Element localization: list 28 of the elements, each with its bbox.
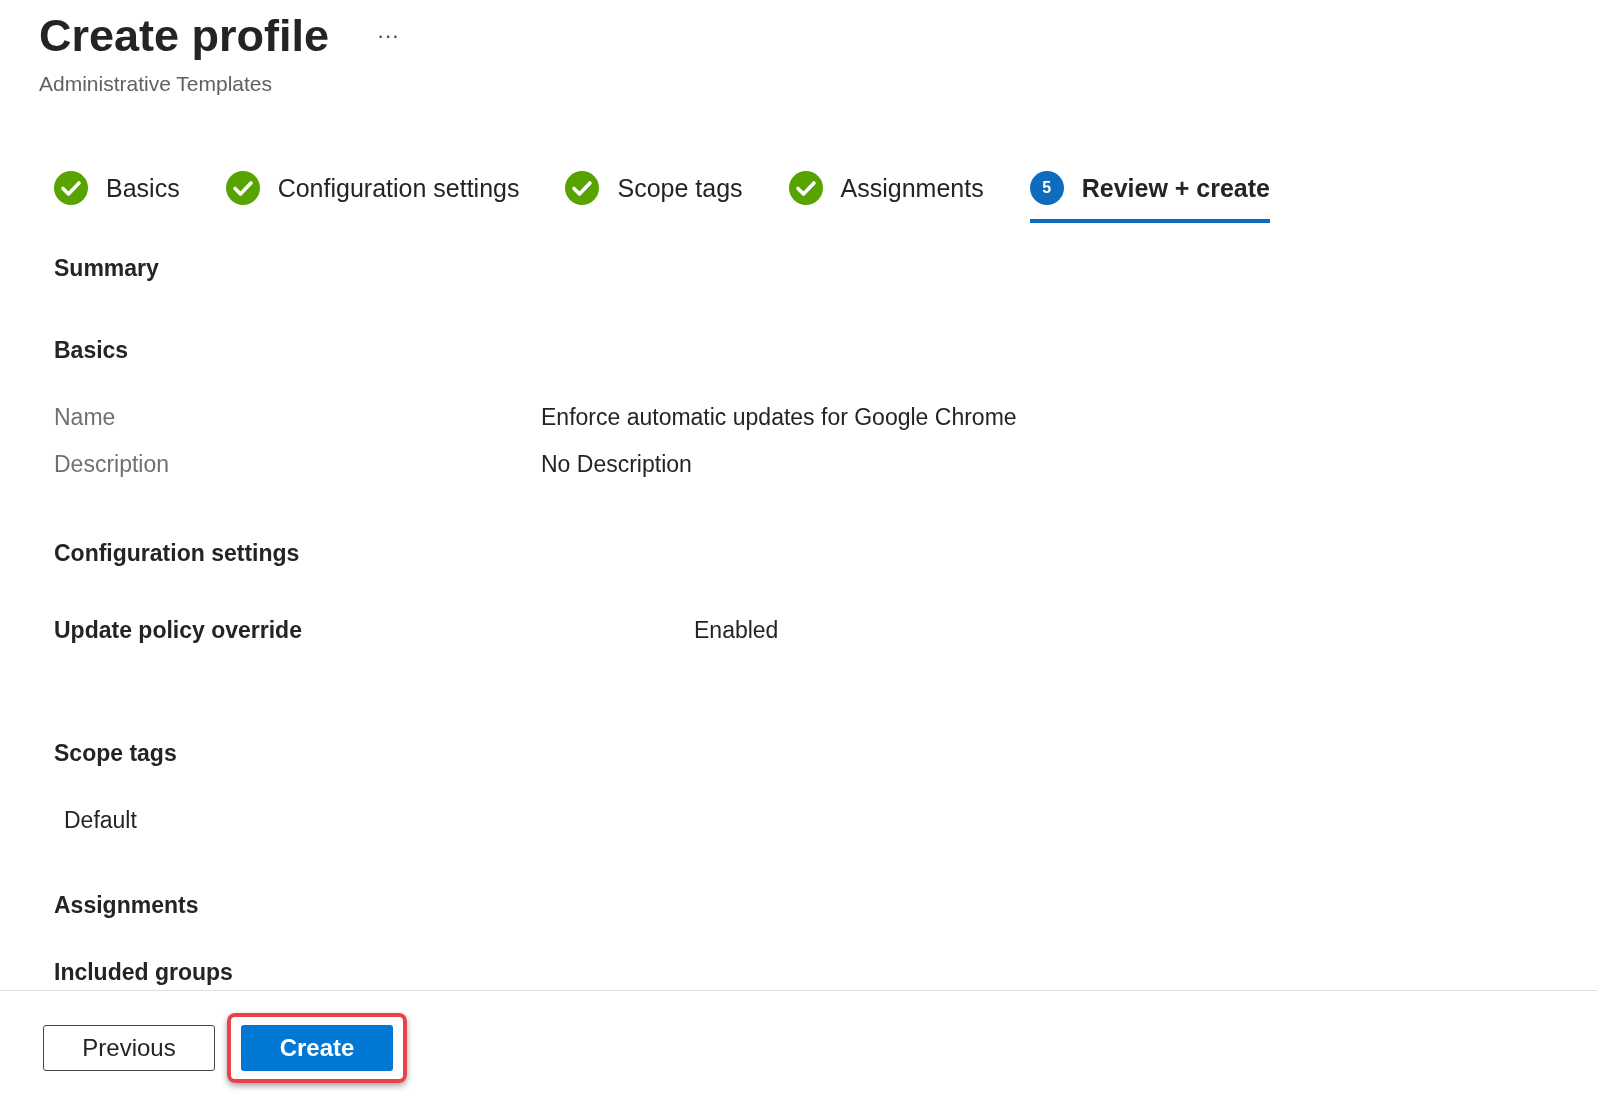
wizard-step[interactable]: 5 Review + create	[1029, 171, 1270, 223]
field-label: Description	[54, 451, 171, 478]
field-value: Enforce automatic updates for Google Chrome	[541, 404, 1018, 431]
section-heading: Assignments	[54, 892, 200, 919]
step-number: 5	[1029, 171, 1064, 205]
scope-tag: Default	[64, 807, 1597, 834]
section-heading: Basics	[54, 337, 130, 364]
section-heading: Configuration settings	[54, 540, 301, 567]
subsection-heading: Included groups	[54, 959, 234, 986]
wizard-step[interactable]: Scope tags	[565, 171, 743, 223]
field-label: Name	[54, 404, 117, 431]
wizard-step[interactable]: Configuration settings	[225, 171, 520, 223]
create-button[interactable]: Create	[241, 1025, 393, 1071]
page-title: Create profile	[39, 9, 330, 63]
checkmark-icon	[565, 171, 600, 205]
more-button[interactable]: ···	[373, 23, 404, 49]
section-heading: Scope tags	[54, 740, 178, 767]
checkmark-icon	[54, 171, 88, 205]
checkmark-icon	[225, 171, 260, 205]
wizard-step[interactable]: Assignments	[788, 171, 984, 223]
checkmark-icon	[788, 171, 823, 205]
page-subtitle: Administrative Templates	[39, 72, 274, 96]
setting-name: Update policy override	[54, 617, 303, 644]
field-value: No Description	[541, 451, 693, 478]
section-heading: Summary	[54, 255, 160, 282]
previous-button[interactable]: Previous	[43, 1025, 215, 1071]
wizard-step[interactable]: Basics	[54, 171, 180, 223]
setting-value: Enabled	[694, 617, 780, 644]
